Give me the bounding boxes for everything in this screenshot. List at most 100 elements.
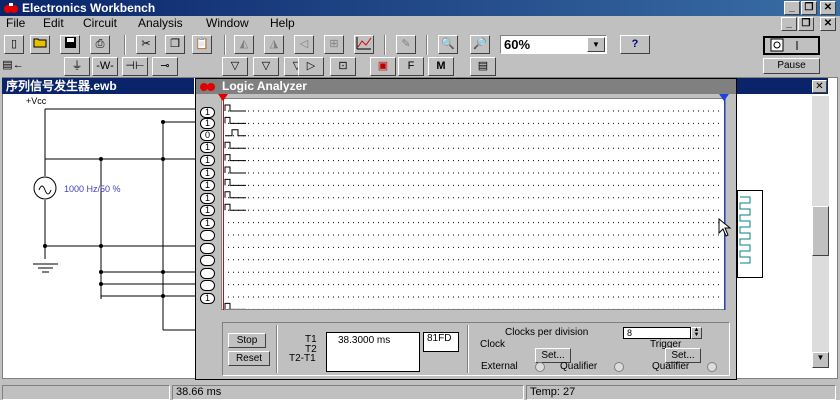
doc-minimize-button[interactable]: _ xyxy=(781,17,797,31)
status-temperature: Temp: 27 xyxy=(526,385,836,400)
zoom-out-icon[interactable]: 🔍 xyxy=(438,35,458,54)
vcc-label: +Vcc xyxy=(26,96,47,106)
pause-button[interactable]: Pause xyxy=(763,58,820,74)
circuit-window-title: 序列信号发生器.ewb xyxy=(2,78,194,94)
menu-help[interactable]: Help xyxy=(270,16,295,30)
trigger-qualifier-radio[interactable] xyxy=(707,362,717,372)
toolbar-parts-bins-2: ▷ ⊡ ▣ F M ▤ xyxy=(0,57,560,77)
open-icon[interactable] xyxy=(30,35,50,54)
channel-indicator: 1 xyxy=(200,205,215,216)
trigger-qualifier-label: Qualifier xyxy=(652,361,690,372)
indicators-icon[interactable]: ▣ xyxy=(370,57,396,76)
channel-indicator: 1 xyxy=(200,168,215,179)
toolbar-separator xyxy=(426,35,428,55)
trace-edge xyxy=(224,116,246,124)
external-label: External xyxy=(481,361,518,372)
spinner-icon[interactable]: ▲ ▼ xyxy=(691,327,702,339)
doc-restore-button[interactable]: ❐ xyxy=(798,17,814,31)
cursor-t1-line xyxy=(223,98,224,310)
clocks-per-division-input[interactable]: 8 xyxy=(623,327,691,339)
channel-indicator: 1 xyxy=(200,142,215,153)
app-logo-icon xyxy=(4,3,18,13)
cut-icon[interactable]: ✂ xyxy=(136,35,156,54)
channel-indicator: 0 xyxy=(200,130,215,141)
waveform-display[interactable] xyxy=(221,98,726,310)
cursor-t1-marker[interactable] xyxy=(218,94,230,102)
controls-icon[interactable]: F xyxy=(398,57,424,76)
circuit-close-button[interactable]: ✕ xyxy=(812,80,827,93)
instruments-icon[interactable]: ▤ xyxy=(470,57,496,76)
menu-file[interactable]: File xyxy=(6,16,25,30)
channel-indicator: 1 xyxy=(200,180,215,191)
trace-edge xyxy=(224,178,246,186)
menu-edit[interactable]: Edit xyxy=(43,16,64,30)
status-time: 38.66 ms xyxy=(172,385,524,400)
logic-analyzer-logo-icon xyxy=(200,83,215,91)
menu-bar: File Edit Circuit Analysis Window Help _… xyxy=(0,16,840,32)
save-icon[interactable] xyxy=(60,35,80,54)
panel-divider xyxy=(276,325,278,373)
time-readout: 38.3000 ms xyxy=(326,332,420,372)
restore-button[interactable]: ❐ xyxy=(801,1,817,15)
trace-edge xyxy=(224,166,246,174)
waveform-plot[interactable] xyxy=(222,99,725,310)
status-message xyxy=(2,385,170,400)
stop-button[interactable]: Stop xyxy=(228,333,266,348)
menu-analysis[interactable]: Analysis xyxy=(138,16,183,30)
channel-indicator: 1 xyxy=(200,107,215,118)
toolbar-separator xyxy=(384,35,386,55)
menu-circuit[interactable]: Circuit xyxy=(83,16,117,30)
digital-icon[interactable]: ⊡ xyxy=(330,57,356,76)
channel-indicator xyxy=(200,230,215,241)
channel-indicator xyxy=(200,268,215,279)
power-switch[interactable] xyxy=(763,36,820,55)
toolbar-main: ▯ ⎙ ✂ ❐ 📋 ◭ ◮ ◁ ⊞ ✎ 🔍 🔎 60% ▼ ? xyxy=(0,33,840,57)
flip-v-icon[interactable]: ◁ xyxy=(294,35,314,54)
clocks-per-division-label: Clocks per division xyxy=(505,327,589,338)
channel-indicator: 1 xyxy=(200,193,215,204)
cursor-t2-marker[interactable] xyxy=(719,94,731,102)
channel-indicator: 1 xyxy=(200,118,215,129)
misc-icon[interactable]: M xyxy=(428,57,454,76)
channel-indicator: 1 xyxy=(200,293,215,304)
minimize-button[interactable]: _ xyxy=(784,1,800,15)
chevron-down-icon[interactable]: ▼ xyxy=(587,37,605,52)
trace-edge xyxy=(224,191,246,199)
help-button[interactable]: ? xyxy=(620,35,650,54)
logic-analyzer-component[interactable] xyxy=(737,190,763,278)
copy-icon[interactable]: ❐ xyxy=(165,35,185,54)
circuit-schematic[interactable] xyxy=(3,94,196,380)
scrollbar-thumb[interactable] xyxy=(812,206,829,256)
time-readout-value: 38.3000 ms xyxy=(338,335,391,346)
hex-readout: 81FD xyxy=(423,332,459,352)
trace-edge xyxy=(224,104,246,112)
print-icon[interactable]: ⎙ xyxy=(90,35,110,54)
component-props-icon[interactable]: ✎ xyxy=(396,35,416,54)
vertical-scrollbar[interactable]: ▼ xyxy=(812,96,829,368)
reset-button[interactable]: Reset xyxy=(228,351,270,366)
rotate-icon[interactable]: ◭ xyxy=(234,35,254,54)
new-icon[interactable]: ▯ xyxy=(4,35,24,54)
doc-close-button[interactable]: ✕ xyxy=(820,17,836,31)
channel-indicator: 1 xyxy=(200,155,215,166)
app-title: Electronics Workbench xyxy=(22,1,156,15)
external-radio[interactable] xyxy=(535,362,545,372)
channel-indicator xyxy=(200,255,215,266)
clock-label: Clock xyxy=(480,339,506,350)
panel-divider xyxy=(467,325,469,373)
clock-qualifier-label: Qualifier xyxy=(560,361,598,372)
scroll-down-icon[interactable]: ▼ xyxy=(812,352,829,368)
trace-edge xyxy=(224,154,246,162)
logic-gates-icon[interactable]: ▷ xyxy=(298,57,324,76)
zoom-in-icon[interactable]: 🔎 xyxy=(470,35,490,54)
flip-h-icon[interactable]: ◮ xyxy=(264,35,284,54)
clock-qualifier-radio[interactable] xyxy=(614,362,624,372)
menu-window[interactable]: Window xyxy=(206,16,249,30)
subcircuit-icon[interactable]: ⊞ xyxy=(324,35,344,54)
mouse-pointer-icon xyxy=(718,218,732,237)
graph-icon[interactable] xyxy=(354,35,374,54)
toolbar-separator xyxy=(224,35,226,55)
close-button[interactable]: ✕ xyxy=(820,1,836,15)
paste-icon[interactable]: 📋 xyxy=(192,35,212,54)
connector-pins-icon xyxy=(739,196,751,264)
